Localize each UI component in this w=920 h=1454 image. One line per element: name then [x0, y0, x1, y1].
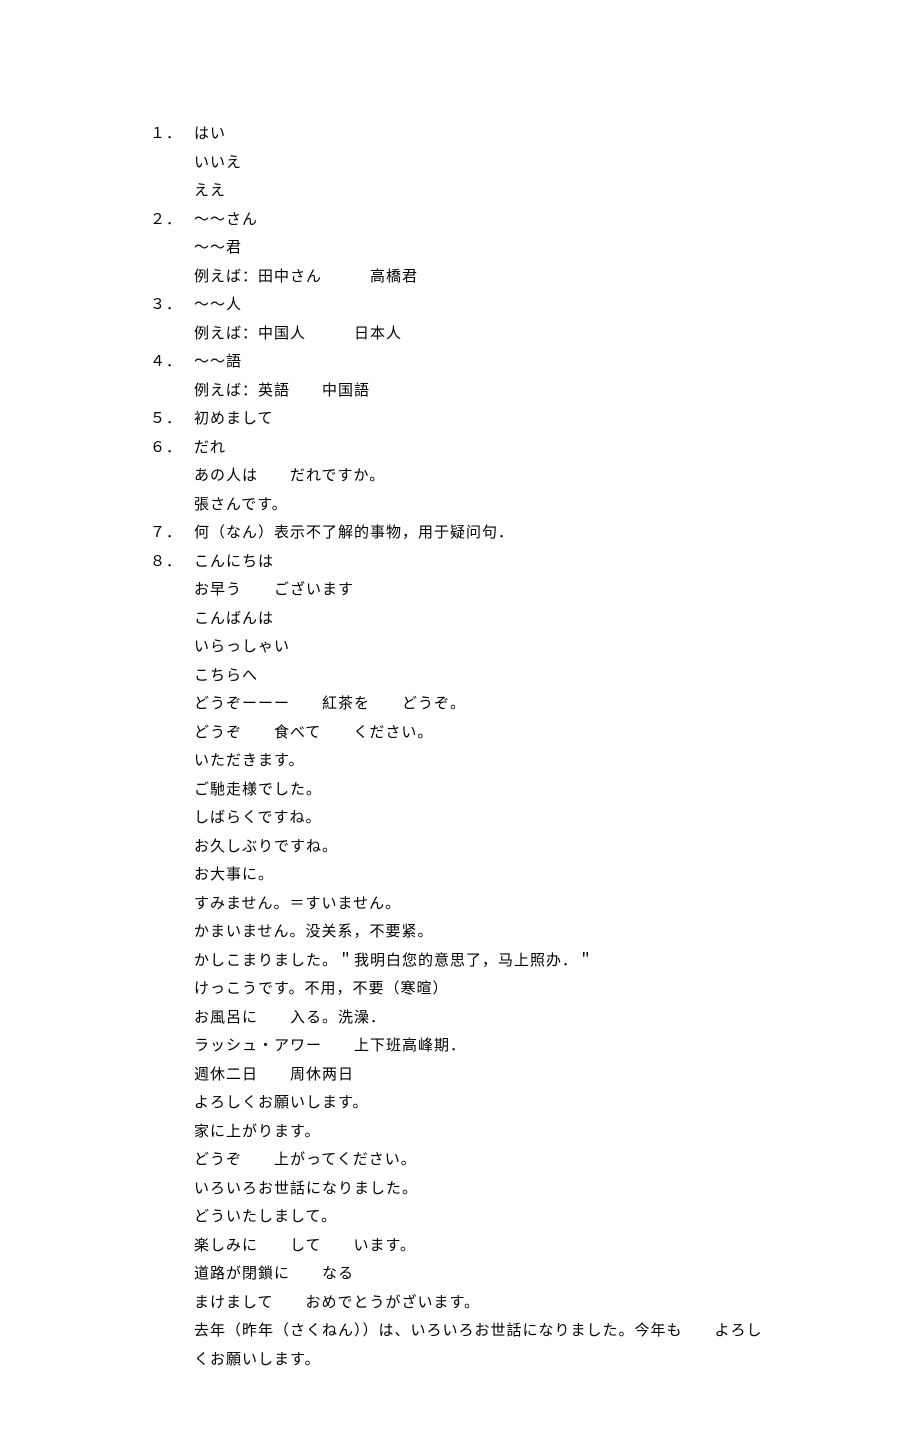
item-head: ～～人 [194, 291, 242, 320]
item-number: ４． [150, 348, 194, 377]
item-number: ７． [150, 519, 194, 548]
item-subline: いろいろお世話になりました。 [150, 1175, 770, 1204]
item-subline: お風呂に 入る。洗澡． [150, 1004, 770, 1033]
item-subline: 去年（昨年（さくねん））は、いろいろお世話になりました。今年も よろしくお願いし… [150, 1317, 770, 1374]
item-subline: 例えば：英語 中国語 [150, 377, 770, 406]
item-subline: いただきます。 [150, 747, 770, 776]
item-subline: 例えば：中国人 日本人 [150, 320, 770, 349]
item-number: １． [150, 120, 194, 149]
item-head: ～～さん [194, 206, 258, 235]
item-subline: こんばんは [150, 605, 770, 634]
item-subline: 週休二日 周休两日 [150, 1061, 770, 1090]
list-item: ２．～～さん [150, 206, 770, 235]
item-subline: しばらくですね。 [150, 804, 770, 833]
item-subline: 道路が閉鎖に なる [150, 1260, 770, 1289]
item-subline: あの人は だれですか。 [150, 462, 770, 491]
item-subline: けっこうです。不用，不要（寒暄） [150, 975, 770, 1004]
item-subline: ～～君 [150, 234, 770, 263]
item-subline: いらっしゃい [150, 633, 770, 662]
item-subline: お早う ございます [150, 576, 770, 605]
item-head: はい [194, 120, 226, 149]
item-number: ３． [150, 291, 194, 320]
item-subline: どうぞ 食べて ください。 [150, 719, 770, 748]
item-number: ２． [150, 206, 194, 235]
item-subline: どうぞ 上がってください。 [150, 1146, 770, 1175]
item-head: ～～語 [194, 348, 242, 377]
item-subline: すみません。＝すいません。 [150, 890, 770, 919]
item-head: こんにちは [194, 548, 274, 577]
item-subline: 例えば：田中さん 高橋君 [150, 263, 770, 292]
document-page: １．はいいいえええ２．～～さん～～君例えば：田中さん 高橋君３．～～人例えば：中… [0, 0, 920, 1454]
item-subline: 家に上がります。 [150, 1118, 770, 1147]
item-subline: かしこまりました。＂我明白您的意思了，马上照办．＂ [150, 947, 770, 976]
list-item: ３．～～人 [150, 291, 770, 320]
list-item: ６．だれ [150, 434, 770, 463]
item-head: 初めまして [194, 405, 274, 434]
item-subline: 楽しみに して います。 [150, 1232, 770, 1261]
item-subline: お大事に。 [150, 861, 770, 890]
item-number: ５． [150, 405, 194, 434]
item-number: ６． [150, 434, 194, 463]
list-item: ５．初めまして [150, 405, 770, 434]
item-subline: まけまして おめでとうがざいます。 [150, 1289, 770, 1318]
item-subline: ええ [150, 177, 770, 206]
item-subline: かまいません。没关系，不要紧。 [150, 918, 770, 947]
item-subline: こちらへ [150, 662, 770, 691]
list-item: ４．～～語 [150, 348, 770, 377]
item-subline: お久しぶりですね。 [150, 833, 770, 862]
item-number: ８． [150, 548, 194, 577]
item-subline: ご馳走様でした。 [150, 776, 770, 805]
item-subline: どういたしまして。 [150, 1203, 770, 1232]
item-subline: よろしくお願いします。 [150, 1089, 770, 1118]
list-item: ７．何（なん）表示不了解的事物，用于疑问句． [150, 519, 770, 548]
item-subline: 張さんです。 [150, 491, 770, 520]
item-head: 何（なん）表示不了解的事物，用于疑问句． [194, 519, 514, 548]
item-subline: どうぞーーー 紅茶を どうぞ。 [150, 690, 770, 719]
item-head: だれ [194, 434, 226, 463]
item-subline: ラッシュ・アワー 上下班高峰期． [150, 1032, 770, 1061]
item-subline: いいえ [150, 149, 770, 178]
list-item: ８．こんにちは [150, 548, 770, 577]
list-item: １．はい [150, 120, 770, 149]
